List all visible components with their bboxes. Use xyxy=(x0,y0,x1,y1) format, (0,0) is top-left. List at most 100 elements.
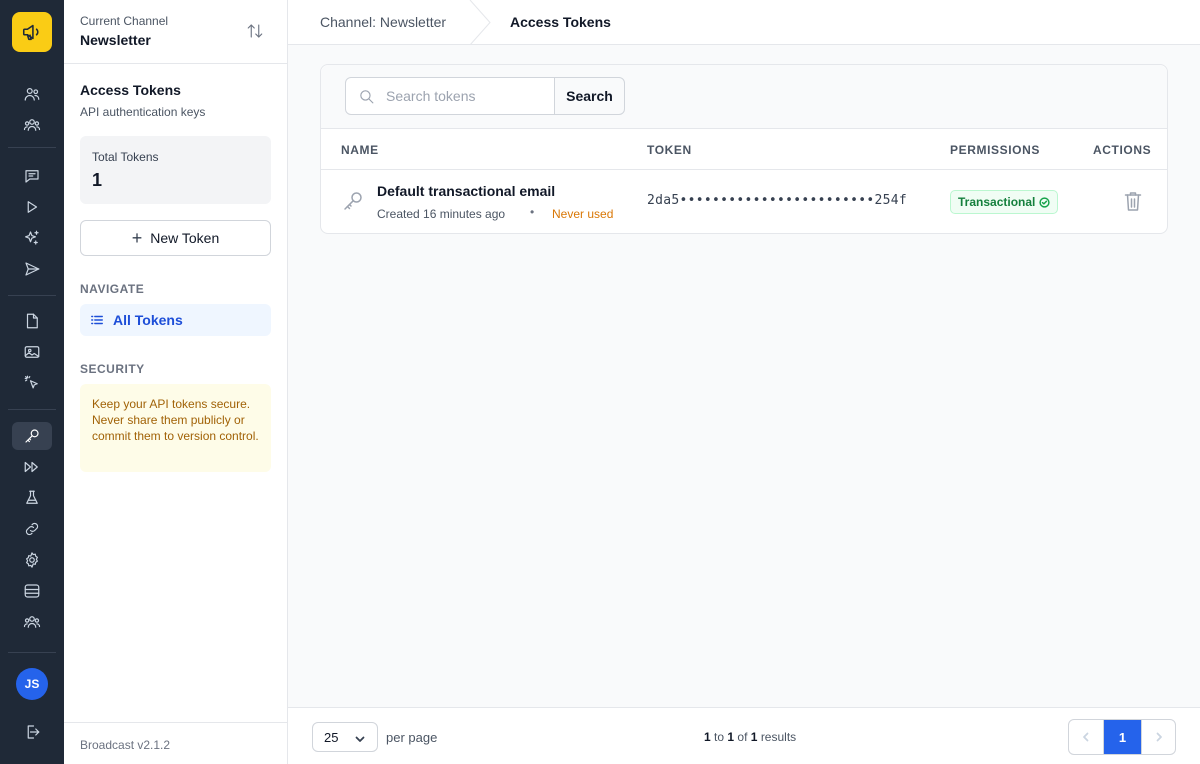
navigate-heading: NAVIGATE xyxy=(80,282,145,296)
nav-all-tokens[interactable]: All Tokens xyxy=(80,304,271,336)
rail-transactional[interactable] xyxy=(12,255,52,283)
rail-broadcasts[interactable] xyxy=(12,162,52,190)
plus-icon: + xyxy=(131,228,143,248)
logout-icon xyxy=(27,725,40,739)
results-of-word: of xyxy=(737,730,748,744)
trash-icon xyxy=(1124,192,1142,211)
media-icon xyxy=(24,346,40,358)
sequences-icon xyxy=(27,201,38,213)
column-header-actions: ACTIONS xyxy=(1093,143,1152,157)
megaphone-icon xyxy=(22,24,39,41)
key-icon xyxy=(25,429,39,443)
rail-tracking[interactable] xyxy=(12,369,52,397)
rail-logout[interactable] xyxy=(12,718,52,746)
broadcasts-icon xyxy=(25,170,39,183)
sidebar-title: Access Tokens xyxy=(80,82,181,98)
table-header-divider xyxy=(321,169,1167,170)
previous-page-button[interactable] xyxy=(1069,720,1104,754)
gear-icon xyxy=(26,552,38,568)
channel-name: Newsletter xyxy=(80,32,151,48)
results-word: results xyxy=(760,730,797,744)
templates-icon xyxy=(26,313,38,329)
column-header-token[interactable]: TOKEN xyxy=(647,143,692,157)
breadcrumb-current: Access Tokens xyxy=(510,14,611,30)
rail-media[interactable] xyxy=(12,338,52,366)
token-value: 2da5••••••••••••••••••••••••254f xyxy=(647,193,908,208)
rail-divider xyxy=(8,147,56,148)
sidebar: Current Channel Newsletter Access Tokens… xyxy=(64,0,288,764)
per-page-select[interactable]: 25 xyxy=(312,722,378,752)
permission-label: Transactional xyxy=(958,195,1036,209)
search-input[interactable] xyxy=(386,78,551,114)
rail-webhooks[interactable] xyxy=(12,453,52,481)
current-page-button[interactable]: 1 xyxy=(1104,720,1141,754)
rail-sequences[interactable] xyxy=(12,193,52,221)
results-from: 1 xyxy=(704,730,711,744)
rail-access-tokens[interactable] xyxy=(12,422,52,450)
pagination-footer: 25 per page 1 to 1 of 1 results 1 xyxy=(288,707,1200,764)
app-rail: JS xyxy=(0,0,64,764)
rail-storage[interactable] xyxy=(12,577,52,605)
breadcrumb-channel[interactable]: Channel: Newsletter xyxy=(320,14,446,30)
rail-ai[interactable] xyxy=(12,224,52,252)
chevron-down-icon xyxy=(354,732,366,744)
per-page-value: 25 xyxy=(324,730,339,745)
search-button[interactable]: Search xyxy=(554,77,625,115)
permission-badge: Transactional xyxy=(950,190,1059,214)
app-logo[interactable] xyxy=(12,12,52,52)
user-avatar[interactable]: JS xyxy=(16,668,48,700)
nav-all-tokens-label: All Tokens xyxy=(113,312,183,328)
results-to: 1 xyxy=(727,730,735,744)
channel-switcher[interactable]: Current Channel Newsletter xyxy=(64,0,287,64)
webhooks-icon xyxy=(24,461,38,473)
pagination: 1 xyxy=(1068,719,1176,755)
search-field[interactable] xyxy=(345,77,555,115)
users-icon xyxy=(23,616,41,628)
search-bar: Search xyxy=(321,65,1167,129)
rail-segments[interactable] xyxy=(12,111,52,139)
results-total: 1 xyxy=(750,730,758,744)
token-name[interactable]: Default transactional email xyxy=(377,183,555,199)
rail-lab[interactable] xyxy=(12,484,52,512)
rail-settings[interactable] xyxy=(12,546,52,574)
total-tokens-value: 1 xyxy=(92,170,103,190)
tracking-icon xyxy=(24,375,38,389)
chevron-right-icon xyxy=(1156,732,1162,742)
breadcrumb: Channel: Newsletter Access Tokens xyxy=(288,0,1200,45)
subscribers-icon xyxy=(24,88,40,101)
column-header-name[interactable]: NAME xyxy=(341,143,379,157)
storage-icon xyxy=(24,584,40,598)
next-page-button[interactable] xyxy=(1141,720,1175,754)
security-note: Keep your API tokens secure. Never share… xyxy=(80,384,271,472)
results-to-word: to xyxy=(714,730,725,744)
ai-sparkle-icon xyxy=(25,230,39,245)
tokens-table-card: Search NAME TOKEN PERMISSIONS ACTIONS De… xyxy=(320,64,1168,234)
switch-channel-icon[interactable] xyxy=(246,22,264,40)
search-icon xyxy=(360,90,374,104)
transactional-icon xyxy=(25,262,40,276)
delete-token-button[interactable] xyxy=(1123,190,1143,212)
security-heading: SECURITY xyxy=(80,362,145,376)
rail-divider xyxy=(8,409,56,410)
rail-users[interactable] xyxy=(12,608,52,636)
list-icon xyxy=(91,315,103,325)
link-icon xyxy=(25,522,39,536)
rail-subscribers[interactable] xyxy=(12,80,52,108)
token-created: Created 16 minutes ago xyxy=(377,207,506,221)
rail-divider xyxy=(8,652,56,653)
results-summary: 1 to 1 of 1 results xyxy=(704,730,796,744)
column-header-permissions[interactable]: PERMISSIONS xyxy=(950,143,1040,157)
sidebar-footer: Broadcast v2.1.2 xyxy=(64,722,287,764)
lab-icon xyxy=(26,490,38,504)
chevron-left-icon xyxy=(1083,732,1089,742)
new-token-label: New Token xyxy=(150,230,220,246)
rail-templates[interactable] xyxy=(12,307,52,335)
total-tokens-label: Total Tokens xyxy=(92,150,159,164)
new-token-button[interactable]: + New Token xyxy=(80,220,271,256)
segments-icon xyxy=(23,119,41,131)
rail-links[interactable] xyxy=(12,515,52,543)
total-tokens-card: Total Tokens 1 xyxy=(80,136,271,204)
key-icon xyxy=(341,189,365,213)
breadcrumb-separator-icon xyxy=(469,0,491,45)
rail-divider xyxy=(8,295,56,296)
